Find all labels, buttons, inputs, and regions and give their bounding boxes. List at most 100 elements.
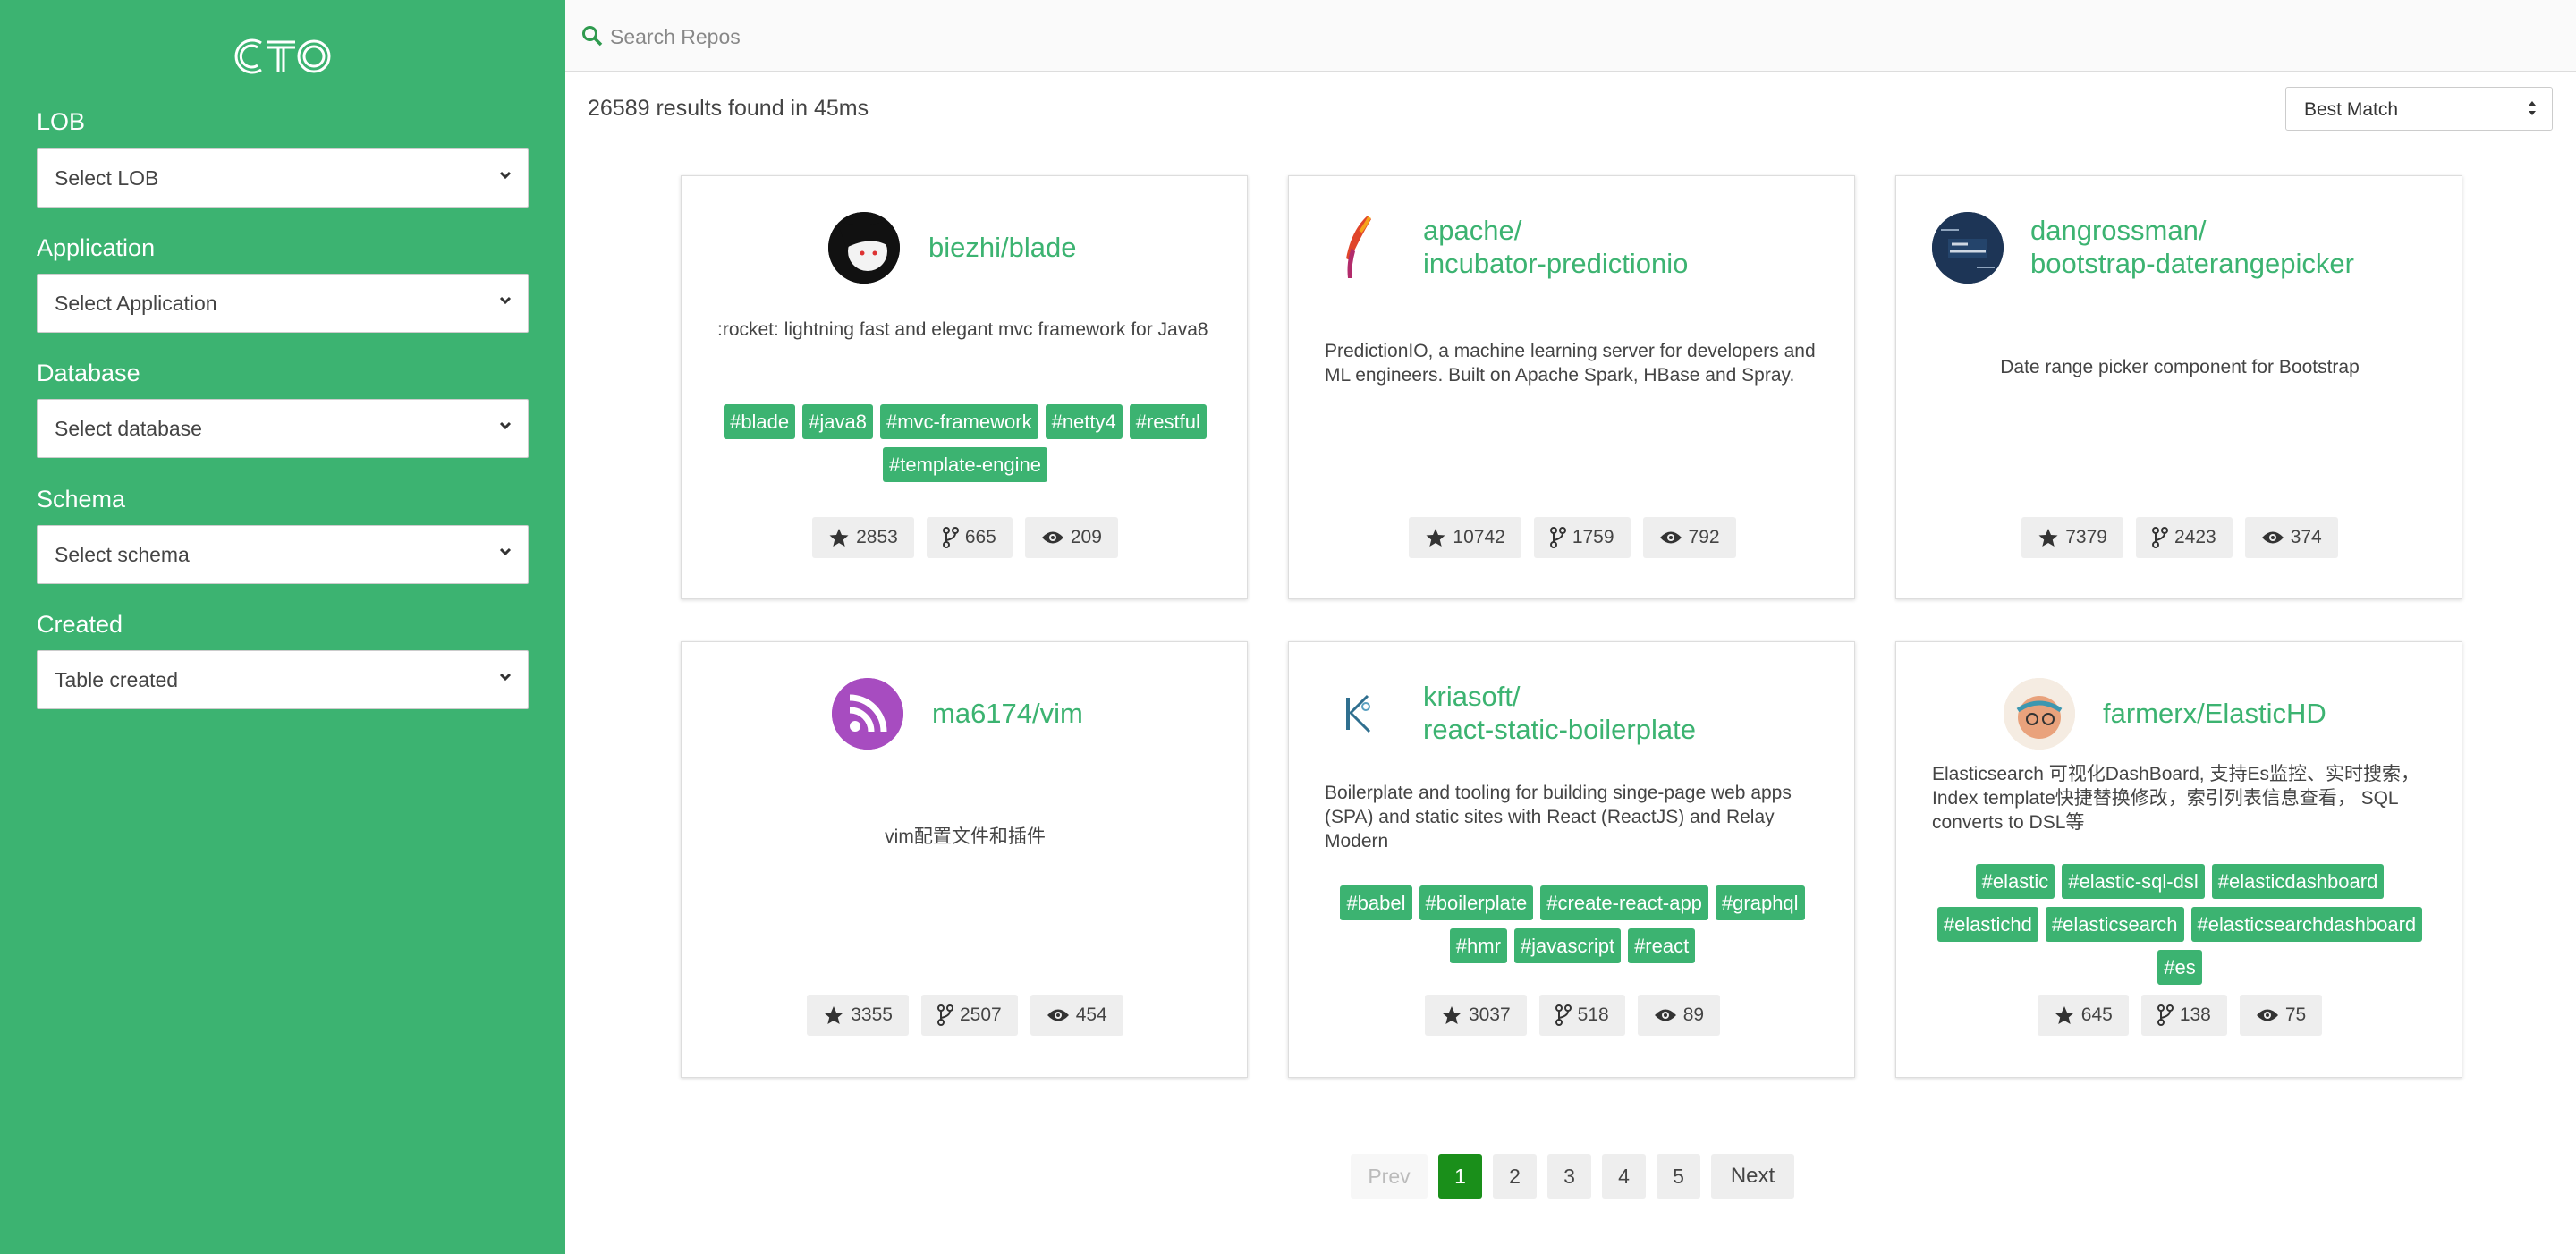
tag[interactable]: #elasticsearchdashboard [2190, 907, 2423, 942]
repo-card[interactable]: ma6174/vim vim配置文件和插件 3355 2507 454 [681, 641, 1248, 1078]
application-select[interactable]: Select Application [37, 274, 529, 333]
star-icon [2055, 1006, 2074, 1024]
eye-icon [2261, 531, 2284, 544]
search-bar[interactable]: Search Repos [565, 0, 2576, 72]
repo-card[interactable]: dangrossman/ bootstrap-daterangepicker D… [1895, 175, 2462, 599]
forks-stat: 518 [1538, 995, 1625, 1036]
repo-name-link[interactable]: ma6174/vim [932, 697, 1083, 730]
repo-card[interactable]: apache/ incubator-predictionio Predictio… [1288, 175, 1855, 599]
forks-stat: 665 [926, 517, 1013, 558]
watchers-count: 454 [1075, 1004, 1107, 1025]
tag[interactable]: #babel [1340, 885, 1412, 920]
sort-arrows-icon [2529, 101, 2536, 115]
sort-select[interactable]: Best Match [2285, 87, 2553, 131]
stars-stat: 10742 [1409, 517, 1521, 558]
tag[interactable]: #elasticsearch [2045, 907, 2184, 942]
star-icon [829, 529, 849, 547]
chevron-down-icon [499, 673, 512, 682]
tag[interactable]: #elastic-sql-dsl [2062, 864, 2205, 899]
repo-name-link[interactable]: farmerx/ElasticHD [2103, 697, 2326, 730]
tag[interactable]: #create-react-app [1540, 885, 1708, 920]
tag[interactable]: #es [2157, 950, 2202, 985]
stars-stat: 2853 [812, 517, 914, 558]
avatar [832, 678, 903, 750]
repo-stats: 7379 2423 374 [1896, 517, 2463, 558]
watchers-count: 89 [1682, 1004, 1705, 1025]
repo-owner: apache/ [1423, 215, 1522, 246]
page-button-3[interactable]: 3 [1547, 1154, 1591, 1199]
repo-name-link[interactable]: biezhi/blade [928, 231, 1076, 264]
repo-name-link[interactable]: dangrossman/ bootstrap-daterangepicker [2030, 214, 2354, 280]
results-count: 26589 results found in 45ms [588, 96, 869, 121]
avatar [1932, 212, 2004, 284]
repo-title: incubator-predictionio [1423, 248, 1689, 279]
tag[interactable]: #template-engine [882, 447, 1047, 482]
search-input[interactable]: Search Repos [610, 25, 741, 49]
tag[interactable]: #boilerplate [1419, 885, 1534, 920]
tag[interactable]: #mvc-framework [880, 404, 1038, 439]
next-page-button[interactable]: Next [1711, 1154, 1794, 1199]
page-button-5[interactable]: 5 [1657, 1154, 1700, 1199]
tag[interactable]: #blade [724, 404, 796, 439]
page-button-4[interactable]: 4 [1602, 1154, 1646, 1199]
search-icon [582, 26, 603, 47]
tag[interactable]: #java8 [802, 404, 873, 439]
stars-count: 3037 [1468, 1004, 1511, 1025]
page-button-2[interactable]: 2 [1493, 1154, 1537, 1199]
tag-list: #elastic #elastic-sql-dsl #elasticdashbo… [1932, 864, 2428, 985]
lob-select-value: Select LOB [55, 165, 159, 190]
schema-label: Schema [37, 486, 126, 513]
tag[interactable]: #elasticdashboard [2211, 864, 2385, 899]
lob-label: LOB [37, 108, 86, 135]
tag[interactable]: #react [1628, 928, 1696, 963]
created-select[interactable]: Table created [37, 650, 529, 709]
forks-stat: 2423 [2135, 517, 2233, 558]
tag[interactable]: #elastichd [1936, 907, 2038, 942]
forks-count: 138 [2179, 1004, 2211, 1025]
repo-card[interactable]: kriasoft/ react-static-boilerplate Boile… [1288, 641, 1855, 1078]
lob-select[interactable]: Select LOB [37, 148, 529, 208]
stars-count: 2853 [856, 527, 898, 547]
stars-count: 7379 [2065, 527, 2107, 547]
repo-owner: dangrossman/ [2030, 215, 2207, 246]
forks-stat: 138 [2140, 995, 2227, 1036]
repo-description: Boilerplate and tooling for building sin… [1325, 783, 1792, 852]
watchers-count: 792 [1688, 527, 1720, 547]
repo-description: vim配置文件和插件 [885, 826, 1046, 847]
tag[interactable]: #elastic [1975, 864, 2055, 899]
eye-icon [1046, 1009, 1069, 1021]
eye-icon [1659, 531, 1682, 544]
database-label: Database [37, 360, 140, 386]
fork-icon [942, 527, 959, 548]
repo-description: PredictionIO, a machine learning server … [1325, 341, 1816, 386]
avatar [828, 212, 900, 284]
repo-card[interactable]: farmerx/ElasticHD Elasticsearch 可视化DashB… [1895, 641, 2462, 1078]
repo-card[interactable]: biezhi/blade :rocket: lightning fast and… [681, 175, 1248, 599]
forks-count: 518 [1577, 1004, 1609, 1025]
repo-owner: kriasoft/ [1423, 681, 1521, 712]
tag[interactable]: #netty4 [1045, 404, 1123, 439]
database-select[interactable]: Select database [37, 399, 529, 458]
tag[interactable]: #graphql [1715, 885, 1805, 920]
chevron-down-icon [499, 171, 512, 180]
repo-name-link[interactable]: apache/ incubator-predictionio [1423, 214, 1688, 280]
fork-icon [1555, 1004, 1572, 1026]
chevron-down-icon [499, 547, 512, 556]
tag[interactable]: #restful [1129, 404, 1207, 439]
watchers-count: 374 [2290, 527, 2322, 547]
repo-title: react-static-boilerplate [1423, 714, 1696, 745]
prev-page-button[interactable]: Prev [1351, 1154, 1428, 1199]
repo-description: Date range picker component for Bootstra… [2000, 357, 2360, 377]
star-icon [824, 1006, 843, 1024]
tag[interactable]: #javascript [1513, 928, 1622, 963]
watchers-stat: 89 [1637, 995, 1721, 1036]
repo-name-link[interactable]: kriasoft/ react-static-boilerplate [1423, 680, 1696, 746]
tag[interactable]: #hmr [1449, 928, 1507, 963]
logo [0, 34, 565, 83]
forks-stat: 1759 [1533, 517, 1631, 558]
repo-stats: 645 138 75 [1896, 995, 2463, 1036]
schema-select[interactable]: Select schema [37, 525, 529, 584]
page-button-1[interactable]: 1 [1438, 1154, 1482, 1199]
stars-count: 645 [2080, 1004, 2113, 1025]
eye-icon [2256, 1009, 2278, 1021]
